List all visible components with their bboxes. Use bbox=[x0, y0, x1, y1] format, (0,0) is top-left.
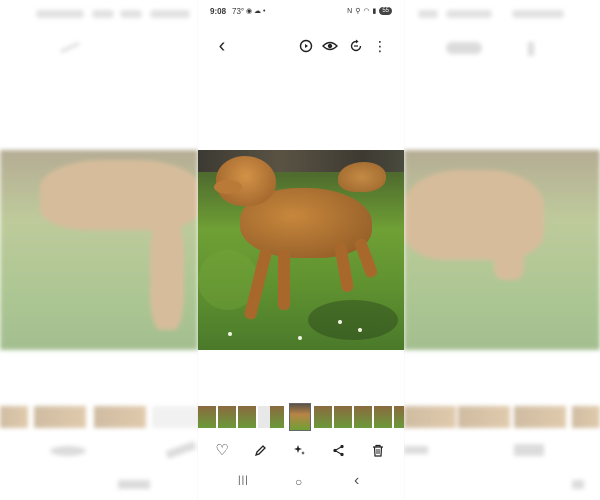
thumbnail[interactable] bbox=[198, 406, 216, 428]
dandelion bbox=[298, 336, 302, 340]
blurred-dog-leg bbox=[494, 240, 524, 280]
blurred-share-icon bbox=[404, 446, 428, 454]
dandelion bbox=[338, 320, 342, 324]
blurred-bar bbox=[150, 10, 190, 18]
status-right-icons: N ⚲ ◠ ▮ 55 bbox=[347, 7, 392, 15]
nav-back-icon[interactable]: ‹ bbox=[354, 473, 359, 489]
blurred-bar bbox=[512, 10, 564, 18]
nfc-icon: N bbox=[347, 7, 353, 15]
favorite-heart-icon[interactable]: ♡ bbox=[212, 440, 232, 460]
thumbnail[interactable] bbox=[218, 406, 236, 428]
blurred-bar bbox=[418, 10, 438, 18]
blurred-back-icon bbox=[60, 41, 80, 54]
status-time: 9:08 bbox=[210, 6, 227, 16]
recent-apps-icon[interactable]: ||| bbox=[238, 476, 249, 486]
blurred-edit-icon bbox=[165, 441, 197, 459]
edit-pencil-icon[interactable] bbox=[250, 440, 270, 460]
top-toolbar: ‹ ⋮ bbox=[198, 36, 404, 60]
blurred-icon bbox=[446, 42, 482, 54]
blurred-thumb bbox=[34, 406, 86, 428]
notification-icons: ◉ ☁ • bbox=[246, 8, 266, 15]
thumbnail[interactable] bbox=[270, 406, 284, 428]
dog-leg bbox=[278, 250, 290, 310]
dog-leg bbox=[353, 237, 379, 279]
status-bar: 9:08 73° ◉ ☁ • N ⚲ ◠ ▮ 55 bbox=[198, 4, 404, 18]
blurred-bar bbox=[120, 10, 142, 18]
blurred-delete-icon bbox=[514, 444, 544, 456]
rotate-icon[interactable] bbox=[346, 36, 366, 56]
dandelion bbox=[358, 328, 362, 332]
blurred-more-icon bbox=[528, 42, 534, 56]
blurred-heart-icon bbox=[50, 446, 86, 456]
location-icon: ⚲ bbox=[355, 8, 361, 15]
blurred-thumb bbox=[458, 406, 510, 428]
thumbnail-strip bbox=[198, 403, 404, 431]
blurred-dog-leg bbox=[150, 210, 184, 330]
thumbnail[interactable] bbox=[334, 406, 352, 428]
share-icon[interactable] bbox=[328, 440, 348, 460]
blurred-nav-icon bbox=[118, 480, 150, 489]
thumbnail[interactable] bbox=[394, 406, 404, 428]
blurred-photo-right bbox=[404, 150, 600, 350]
blurred-thumb bbox=[514, 406, 566, 428]
effects-sparkle-icon[interactable] bbox=[290, 440, 310, 460]
thumbnail[interactable] bbox=[238, 406, 256, 428]
photo-shadow bbox=[308, 300, 398, 340]
thumbnail[interactable] bbox=[354, 406, 372, 428]
blurred-thumb bbox=[404, 406, 456, 428]
blurred-dog bbox=[404, 170, 544, 260]
system-navigation-bar: ||| ○ ‹ bbox=[198, 473, 404, 494]
blurred-thumb bbox=[94, 406, 146, 428]
blurred-bar bbox=[36, 10, 84, 18]
eye-icon[interactable] bbox=[320, 36, 340, 56]
dandelion bbox=[228, 332, 232, 336]
home-icon[interactable]: ○ bbox=[295, 476, 302, 488]
wifi-icon: ◠ bbox=[363, 8, 370, 15]
dog-snout bbox=[214, 180, 242, 194]
thumbnail[interactable] bbox=[374, 406, 392, 428]
blurred-bar bbox=[92, 10, 114, 18]
thumbnail[interactable] bbox=[314, 406, 332, 428]
blurred-thumb bbox=[0, 406, 28, 428]
back-icon[interactable]: ‹ bbox=[212, 36, 232, 56]
blurred-thumb bbox=[152, 406, 204, 428]
thumbnail-current[interactable] bbox=[289, 403, 311, 431]
blurred-thumb bbox=[572, 406, 600, 428]
bottom-action-bar: ♡ bbox=[198, 440, 404, 464]
signal-icon: ▮ bbox=[372, 8, 377, 15]
delete-trash-icon[interactable] bbox=[368, 440, 388, 460]
blurred-nav-icon bbox=[572, 480, 584, 489]
blurred-photo-left bbox=[0, 150, 198, 350]
blurred-bar bbox=[446, 10, 492, 18]
remaster-icon[interactable] bbox=[296, 36, 316, 56]
battery-indicator: 55 bbox=[379, 7, 392, 15]
weather-temperature: 73° bbox=[232, 6, 245, 16]
more-options-icon[interactable]: ⋮ bbox=[370, 36, 390, 56]
gallery-viewer-screen: 9:08 73° ◉ ☁ • N ⚲ ◠ ▮ 55 ‹ ⋮ ♡ ||| ○ ‹ bbox=[198, 0, 404, 500]
main-photo-dog[interactable] bbox=[198, 150, 404, 350]
dog-tail bbox=[338, 162, 386, 192]
